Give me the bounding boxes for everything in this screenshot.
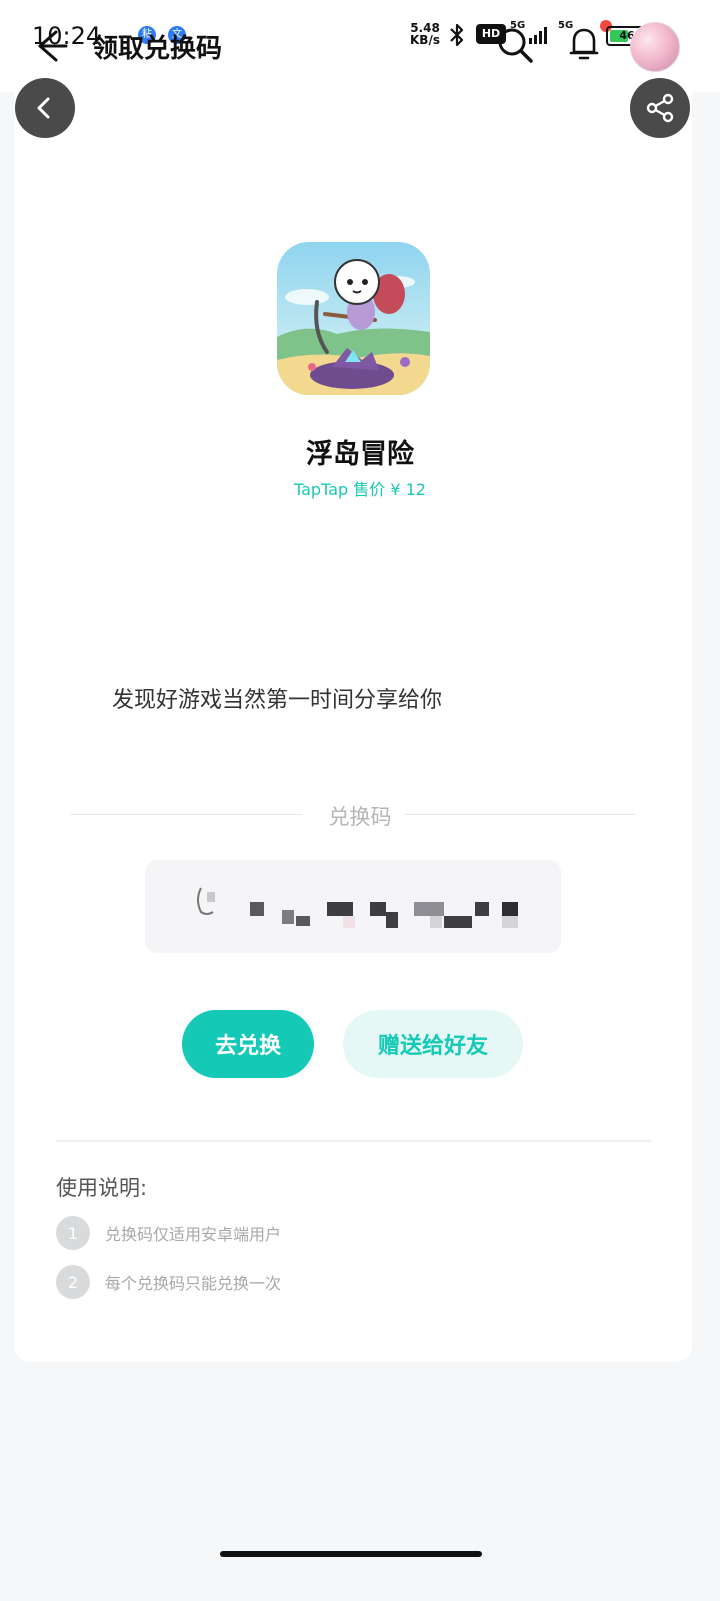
bell-icon[interactable] [566, 24, 602, 64]
game-price: TapTap 售价 ¥ 12 [294, 480, 426, 499]
back-button[interactable] [15, 78, 75, 138]
masked-code [197, 887, 518, 928]
redeem-button[interactable]: 去兑换 [182, 1010, 314, 1078]
gift-to-friend-button[interactable]: 赠送给好友 [343, 1010, 523, 1078]
game-name: 浮岛冒险 [306, 439, 414, 470]
usage-item-text: 兑换码仅适用安卓端用户 [105, 1225, 282, 1244]
share-message: 发现好游戏当然第一时间分享给你 [112, 688, 443, 713]
usage-item: 2 每个兑换码只能兑换一次 [56, 1265, 281, 1299]
section-divider [56, 1140, 651, 1142]
arrow-left-icon[interactable] [30, 26, 70, 66]
top-bar: 10:24 粘 文 领取兑换码 5.48 KB/s HD 5G 5G 46 [0, 0, 720, 92]
usage-item-number: 2 [56, 1265, 90, 1299]
game-app-icon [277, 242, 430, 395]
signal-label-1: 5G [510, 20, 526, 31]
code-label: 兑换码 [328, 805, 392, 829]
chevron-left-icon [37, 97, 50, 119]
bluetooth-icon [450, 23, 464, 47]
usage-item-number: 1 [56, 1216, 90, 1250]
usage-title: 使用说明: [56, 1176, 148, 1200]
avatar[interactable] [630, 22, 680, 72]
network-speed-unit: KB/s [410, 33, 440, 47]
usage-item-text: 每个兑换码只能兑换一次 [105, 1274, 282, 1293]
page-title: 领取兑换码 [92, 34, 223, 64]
usage-item: 1 兑换码仅适用安卓端用户 [56, 1216, 281, 1250]
redeem-code-box[interactable] [145, 860, 561, 953]
share-button[interactable] [630, 78, 690, 138]
network-speed: 5.48 KB/s [410, 22, 440, 46]
home-indicator[interactable] [220, 1551, 482, 1557]
signal-bars-icon [529, 27, 547, 44]
share-icon [646, 93, 674, 123]
